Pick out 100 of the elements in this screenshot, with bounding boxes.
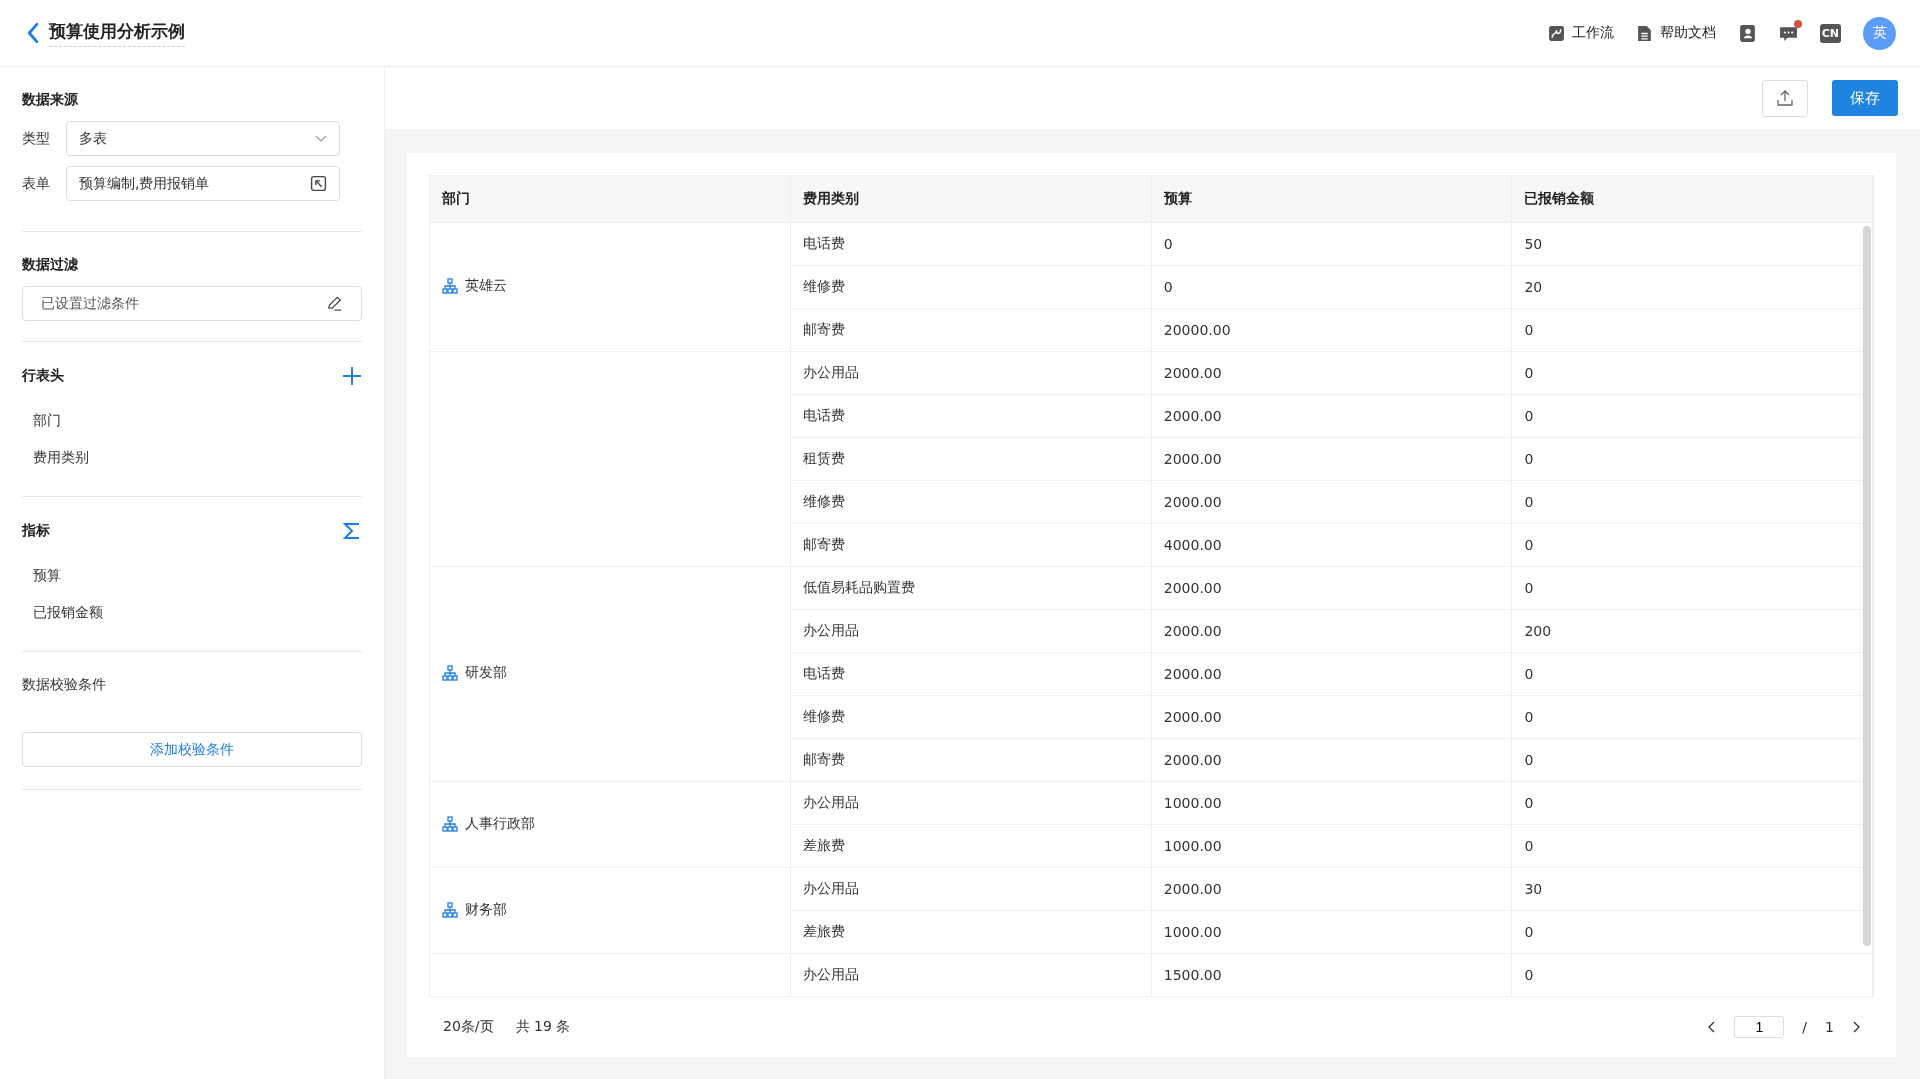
row-header-item[interactable]: 费用类别 [22,439,362,476]
table-cell: 维修费 [803,493,846,509]
metric-item[interactable]: 已报销金额 [22,594,362,631]
table-cell: 电话费 [803,665,846,681]
section-title: 数据来源 [22,91,79,109]
table-cell: 2000.00 [1163,709,1222,725]
table-cell: 邮寄费 [803,321,846,337]
org-chart-icon [442,278,458,294]
table-cell: 1000.00 [1163,838,1222,854]
table-cell: 2000.00 [1163,623,1222,639]
department-cell: 英雄云 [442,277,507,295]
chevron-down-icon [315,134,327,143]
table-cell: 20 [1524,279,1543,295]
table-cell: 0 [1163,279,1173,295]
table-cell: 1000.00 [1163,795,1222,811]
column-header: 费用类别 [790,176,1152,223]
page-size-select[interactable]: 20条/页 [443,1018,494,1036]
table-cell: 办公用品 [803,880,860,896]
table-cell: 4000.00 [1163,537,1222,553]
sigma-icon[interactable] [342,521,362,541]
section-title: 指标 [22,522,50,540]
page-input[interactable]: 1 [1734,1016,1785,1038]
table-cell: 办公用品 [803,966,860,982]
page-title: 预算使用分析示例 [49,19,185,47]
table-cell: 1000.00 [1163,924,1222,940]
pencil-icon[interactable] [326,295,343,312]
org-chart-icon [442,901,458,918]
table-cell: 30 [1524,881,1543,897]
table-cell: 0 [1524,709,1534,725]
header-link[interactable]: 工作流 [1547,24,1614,42]
table-cell: 0 [1524,494,1534,510]
language-button[interactable]: CN [1819,23,1841,43]
table-cell: 办公用品 [803,794,860,810]
table-cell: 办公用品 [803,622,860,638]
open-dialog-icon[interactable] [310,175,327,192]
table-cell: 0 [1524,580,1534,596]
metric-item[interactable]: 预算 [22,557,362,594]
contact-book-icon[interactable] [1737,23,1757,43]
table-cell: 2000.00 [1163,451,1222,467]
table-cell: 2000.00 [1163,752,1222,768]
type-select[interactable]: 多表 [66,121,340,156]
table-cell: 维修费 [803,278,846,294]
total-count: 共 19 条 [515,1018,571,1036]
back-icon[interactable] [26,22,39,44]
table-cell: 维修费 [803,708,846,724]
form-select[interactable]: 预算编制,费用报销单 [66,166,340,201]
table-cell: 0 [1524,967,1534,983]
table-cell: 2000.00 [1163,365,1222,381]
table-cell: 2000.00 [1163,881,1222,897]
table-cell: 邮寄费 [803,536,846,552]
column-header: 部门 [430,176,791,223]
org-chart-icon [442,815,458,832]
field-label: 表单 [22,174,51,193]
table-cell: 0 [1524,322,1534,338]
upload-icon [1776,89,1794,107]
table-cell: 办公用品 [803,364,860,380]
plus-icon[interactable] [342,366,362,386]
table-cell: 0 [1524,537,1534,553]
table-cell: 2000.00 [1163,666,1222,682]
save-button[interactable]: 保存 [1832,80,1898,116]
table-cell: 200 [1524,623,1552,639]
table-cell: 2000.00 [1163,408,1222,424]
scrollbar[interactable] [1863,226,1871,946]
add-validation-button[interactable]: 添加校验条件 [22,732,362,767]
table-cell: 0 [1524,365,1534,381]
section-title: 数据过滤 [22,256,79,274]
page-separator: / [1802,1019,1808,1035]
table-cell: 20000.00 [1163,322,1231,338]
department-cell: 研发部 [442,664,507,682]
table-cell: 0 [1163,236,1173,252]
row-header-item[interactable]: 部门 [22,402,362,439]
table-cell: 电话费 [803,407,846,423]
field-label: 类型 [22,129,51,148]
section-title: 行表头 [22,367,64,385]
department-cell: 人事行政部 [442,814,535,833]
table-cell: 2000.00 [1163,494,1222,510]
table-cell: 邮寄费 [803,751,846,767]
upload-button[interactable] [1762,79,1808,117]
table-cell: 0 [1524,924,1534,940]
table-cell: 2000.00 [1163,580,1222,596]
section-title: 数据校验条件 [22,676,107,694]
filter-field[interactable]: 已设置过滤条件 [22,286,362,321]
table-cell: 电话费 [803,235,846,251]
table-cell: 0 [1524,795,1534,811]
chevron-right-icon[interactable] [1852,1021,1860,1033]
org-chart-icon [442,665,458,681]
table-cell: 1500.00 [1163,967,1222,983]
table-cell: 0 [1524,752,1534,768]
header-link[interactable]: 帮助文档 [1635,24,1716,42]
table-cell: 50 [1524,236,1543,252]
flow-diagram-icon [1547,24,1565,42]
table-cell: 低值易耗品购置费 [803,579,916,595]
table-cell: 0 [1524,451,1534,467]
column-header: 预算 [1151,176,1512,223]
chevron-left-icon[interactable] [1708,1021,1717,1033]
table-cell: 0 [1524,666,1534,682]
table-cell: 0 [1524,408,1534,424]
document-icon [1635,24,1653,42]
table-cell: 租赁费 [803,450,846,466]
column-header: 已报销金额 [1511,176,1873,223]
